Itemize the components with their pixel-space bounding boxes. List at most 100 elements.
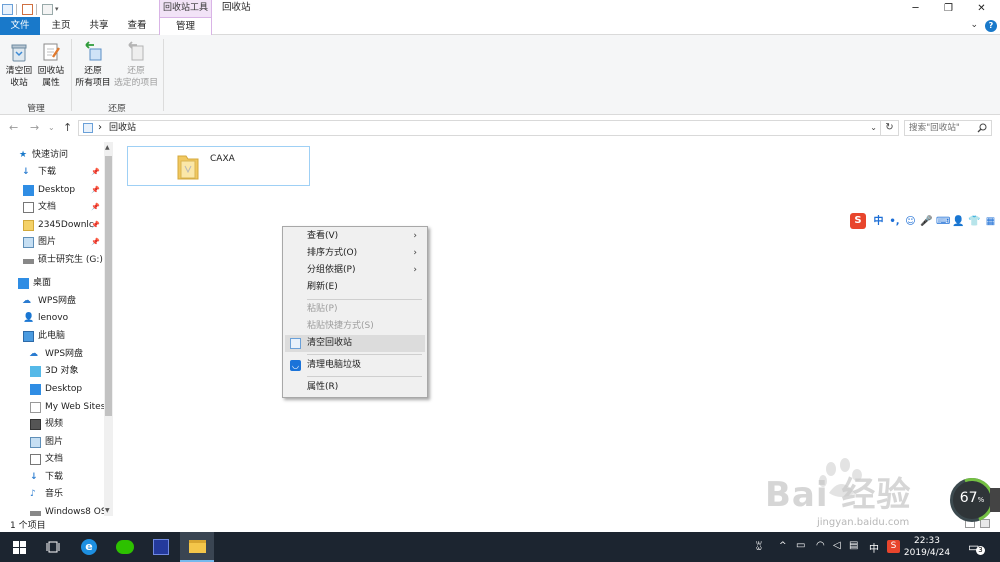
ribbon-expand-icon[interactable]: ⌄: [970, 20, 978, 30]
nav-item-drive-g[interactable]: 硕士研究生 (G:): [0, 252, 104, 269]
nav-quick-access[interactable]: ★ 快速访问: [0, 147, 104, 164]
microphone-icon[interactable]: 🎤: [920, 215, 933, 228]
pin-icon[interactable]: 📌: [91, 234, 100, 251]
gauge-side-tab[interactable]: [990, 488, 1000, 512]
tab-view[interactable]: 查看: [120, 17, 154, 35]
taskbar-app[interactable]: [144, 532, 178, 562]
properties-check-icon[interactable]: [22, 3, 33, 15]
address-bar[interactable]: › 回收站 ⌄: [78, 120, 881, 136]
memory-gauge[interactable]: 67%: [942, 470, 1000, 530]
user-icon[interactable]: 👤: [952, 215, 965, 228]
people-icon[interactable]: ꋃ: [755, 540, 763, 553]
nav-item-this-pc[interactable]: 此电脑: [0, 328, 104, 345]
taskbar-wechat[interactable]: [108, 532, 142, 562]
nav-item-videos[interactable]: 视频: [0, 416, 104, 433]
ime-lang-toggle[interactable]: 中: [872, 215, 885, 228]
pin-icon[interactable]: 📌: [91, 199, 100, 216]
restore-button[interactable]: ❐: [931, 0, 966, 17]
nav-item-2345downloads[interactable]: 2345Downlc 📌: [0, 217, 104, 234]
forward-button[interactable]: →: [30, 121, 39, 134]
nav-label: 文档: [38, 202, 57, 212]
menu-item-clean-junk[interactable]: ◡ 清理电脑垃圾: [285, 357, 425, 374]
restore-selected-button[interactable]: 还原 选定的项目: [112, 41, 160, 89]
pin-icon[interactable]: 📌: [91, 164, 100, 181]
nav-item-desktop[interactable]: Desktop 📌: [0, 182, 104, 199]
pin-icon[interactable]: 📌: [91, 182, 100, 199]
nav-item-windows8-os[interactable]: Windows8 OS: [0, 504, 104, 516]
folder-item-caxa[interactable]: CAXA: [127, 146, 310, 186]
emoji-icon[interactable]: ☺: [904, 215, 917, 228]
qat-dropdown-icon[interactable]: ▾: [55, 5, 64, 13]
wifi-icon[interactable]: ◠: [816, 540, 825, 551]
close-button[interactable]: ✕: [964, 0, 999, 17]
nav-item-music[interactable]: ♪ 音乐: [0, 486, 104, 503]
recent-locations-button[interactable]: ⌄: [48, 123, 55, 132]
scroll-down-icon[interactable]: ▼: [105, 507, 110, 514]
back-button[interactable]: ←: [9, 121, 18, 134]
recycle-bin-small-icon[interactable]: [2, 3, 13, 15]
battery-icon[interactable]: ▭: [796, 540, 805, 551]
address-dropdown-icon[interactable]: ⌄: [870, 121, 877, 134]
nav-item-3d-objects[interactable]: 3D 对象: [0, 363, 104, 380]
nav-item-pc-wps[interactable]: ☁ WPS网盘: [0, 346, 104, 363]
nav-item-downloads[interactable]: ↓ 下载 📌: [0, 164, 104, 181]
start-button[interactable]: [2, 532, 36, 562]
network-icon[interactable]: ▤: [849, 540, 858, 551]
nav-item-pictures[interactable]: 图片 📌: [0, 234, 104, 251]
nav-item-wps-drive[interactable]: ☁ WPS网盘: [0, 293, 104, 310]
nav-item-pc-desktop[interactable]: Desktop: [0, 381, 104, 398]
menu-item-refresh[interactable]: 刷新(E): [285, 279, 425, 296]
menu-item-label: 排序方式(O): [307, 248, 358, 258]
nav-item-pc-pictures[interactable]: 图片: [0, 434, 104, 451]
nav-item-documents[interactable]: 文档 📌: [0, 199, 104, 216]
tab-share[interactable]: 共享: [82, 17, 116, 35]
up-button[interactable]: ↑: [63, 121, 72, 134]
gauge-unit: %: [977, 496, 985, 504]
refresh-button[interactable]: ↻: [881, 120, 899, 136]
recycle-bin-properties-button[interactable]: 回收站 属性: [34, 41, 68, 89]
scroll-up-icon[interactable]: ▲: [105, 144, 110, 151]
empty-recycle-bin-button[interactable]: 清空回 收站: [2, 41, 36, 89]
nav-label: 快速访问: [32, 150, 69, 160]
punctuation-icon[interactable]: •,: [888, 215, 901, 228]
nav-item-my-web-sites[interactable]: My Web Sites: [0, 399, 104, 416]
volume-icon[interactable]: ◁: [833, 540, 841, 551]
nav-scrollbar[interactable]: ▲ ▼: [104, 142, 113, 516]
search-icon[interactable]: [977, 123, 987, 136]
tray-overflow-icon[interactable]: ^: [779, 541, 787, 551]
breadcrumb-recycle-bin[interactable]: 回收站: [109, 122, 136, 135]
tab-file[interactable]: 文件: [0, 17, 40, 35]
search-box[interactable]: 搜索"回收站": [904, 120, 992, 136]
sogou-tray-icon[interactable]: S: [887, 540, 900, 553]
menu-item-paste[interactable]: 粘贴(P): [285, 301, 425, 318]
nav-label: 图片: [45, 437, 64, 447]
nav-item-pc-documents[interactable]: 文档: [0, 451, 104, 468]
menu-item-empty-recycle-bin[interactable]: 清空回收站: [285, 335, 425, 352]
large-icons-view-icon[interactable]: [980, 519, 990, 528]
sogou-logo-icon[interactable]: S: [850, 213, 866, 229]
nav-item-lenovo[interactable]: 👤 lenovo: [0, 310, 104, 327]
toolbox-icon[interactable]: ▦: [984, 215, 997, 228]
scroll-thumb[interactable]: [105, 156, 112, 416]
input-language[interactable]: 中: [869, 540, 879, 555]
pin-icon[interactable]: 📌: [91, 217, 100, 234]
taskbar-file-explorer[interactable]: [180, 532, 214, 562]
help-icon[interactable]: ?: [985, 20, 997, 32]
tab-manage[interactable]: 管理: [159, 17, 212, 36]
new-file-icon[interactable]: [42, 3, 53, 15]
taskbar-ie[interactable]: e: [72, 532, 106, 562]
menu-item-view[interactable]: 查看(V) ›: [285, 228, 425, 245]
restore-all-button[interactable]: 还原 所有项目: [74, 41, 112, 89]
task-view-button[interactable]: [36, 532, 70, 562]
menu-item-group-by[interactable]: 分组依据(P) ›: [285, 262, 425, 279]
menu-item-properties[interactable]: 属性(R): [285, 379, 425, 396]
skin-icon[interactable]: 👕: [968, 215, 981, 228]
menu-item-paste-shortcut[interactable]: 粘贴快捷方式(S): [285, 318, 425, 335]
keyboard-icon[interactable]: ⌨: [936, 215, 950, 228]
nav-item-desktop-root[interactable]: 桌面: [0, 275, 104, 292]
menu-item-sort-by[interactable]: 排序方式(O) ›: [285, 245, 425, 262]
clock[interactable]: 22:33 2019/4/24: [900, 535, 954, 559]
nav-item-pc-downloads[interactable]: ↓ 下载: [0, 469, 104, 486]
minimize-button[interactable]: ─: [898, 0, 933, 17]
tab-home[interactable]: 主页: [44, 17, 78, 35]
